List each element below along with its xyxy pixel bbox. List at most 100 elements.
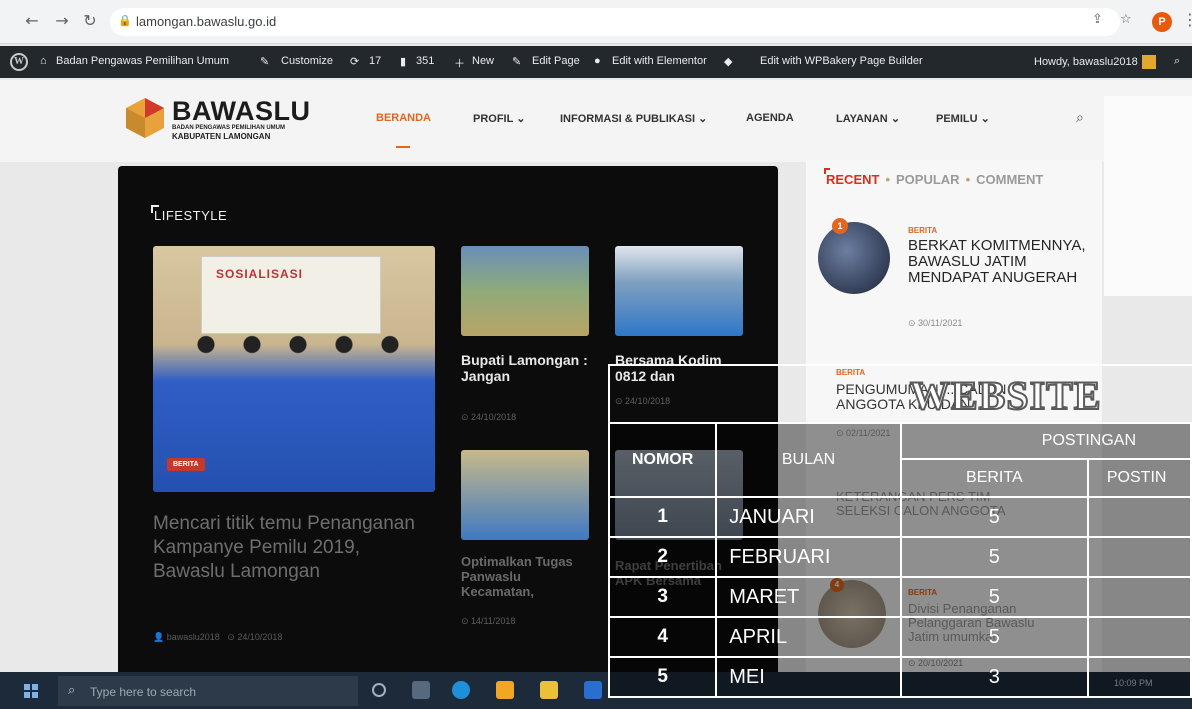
cortana-icon[interactable]	[372, 683, 386, 697]
admin-comments-count[interactable]: 351	[416, 55, 434, 67]
brush-icon: ✎	[260, 56, 270, 68]
main-article-tag[interactable]: BERITA	[167, 458, 205, 471]
sosialisasi-banner: SOSIALISASI	[201, 256, 381, 334]
share-icon[interactable]: ⇪	[1092, 12, 1103, 27]
tab-comment[interactable]: COMMENT	[976, 172, 1043, 187]
address-bar[interactable]: 🔒 lamongan.bawaslu.go.id	[110, 8, 1120, 36]
card1-image[interactable]	[461, 246, 589, 336]
menu-pemilu-label: PEMILU	[936, 113, 978, 125]
profile-avatar[interactable]: P	[1152, 12, 1172, 32]
site-home-icon[interactable]: ⌂	[40, 55, 47, 67]
pencil-icon: ✎	[512, 56, 522, 68]
header-search-icon[interactable]: ⌕	[1076, 110, 1084, 126]
row-postin	[1086, 496, 1192, 538]
logo-sub-line1: BADAN PENGAWAS PEMILIHAN UMUM	[172, 125, 286, 131]
post1-date-text: 30/11/2021	[918, 318, 963, 328]
lifestyle-title: LIFESTYLE	[150, 205, 228, 223]
search-icon: ⌕	[68, 683, 76, 698]
admin-site-name[interactable]: Badan Pengawas Pemilihan Umum	[56, 55, 229, 67]
row-postin	[1086, 656, 1192, 698]
menu-profil[interactable]: PROFIL ⌄	[473, 112, 525, 125]
row-month: JANUARI	[715, 496, 902, 538]
card3-image[interactable]	[461, 450, 589, 540]
howdy-text: Howdy, bawaslu2018	[1034, 55, 1138, 68]
plus-icon: ＋	[454, 58, 465, 70]
row-number: 3	[607, 576, 718, 618]
forward-icon[interactable]: →	[52, 11, 72, 31]
elementor-icon: ●	[594, 55, 601, 67]
user-avatar	[1141, 55, 1156, 69]
overlay-title: WEBSITE	[909, 372, 1102, 419]
post1-date: ⊙ 30/11/2021	[908, 318, 963, 328]
row-number: 2	[607, 536, 718, 578]
card1-date: ⊙ 24/10/2018	[461, 412, 517, 422]
admin-new[interactable]: New	[472, 55, 494, 67]
row-number: 1	[607, 496, 718, 538]
logo-name[interactable]: BAWASLU	[172, 96, 311, 127]
admin-customize[interactable]: Customize	[281, 55, 333, 67]
site-header: BAWASLU BADAN PENGAWAS PEMILIHAN UMUM KA…	[0, 80, 1192, 162]
row-month: APRIL	[715, 616, 902, 658]
menu-layanan-label: LAYANAN	[836, 113, 888, 125]
main-article-image[interactable]: SOSIALISASI BERITA	[153, 246, 435, 492]
table-row: 1 JANUARI 5	[607, 496, 1192, 538]
tab-recent[interactable]: RECENT	[826, 172, 879, 187]
main-article-date: 24/10/2018	[237, 632, 283, 642]
bawaslu-logo-icon[interactable]	[124, 96, 166, 140]
admin-edit-elementor[interactable]: Edit with Elementor	[612, 55, 707, 67]
logo-subtitle: BADAN PENGAWAS PEMILIHAN UMUM KABUPATEN …	[172, 125, 312, 141]
admin-updates-count[interactable]: 17	[369, 55, 381, 67]
menu-informasi-label: INFORMASI & PUBLIKASI	[560, 113, 696, 125]
main-article-author[interactable]: bawaslu2018	[167, 632, 220, 642]
browser-toolbar: ← → ↻ 🔒 lamongan.bawaslu.go.id ⇪ ☆ P ⋮	[0, 0, 1192, 44]
tab-separator: •	[965, 172, 971, 187]
lock-icon: 🔒	[118, 14, 132, 27]
side-ad-strip	[1104, 96, 1192, 296]
banner-text: SOSIALISASI	[216, 267, 304, 281]
recent-tabs: RECENT • POPULAR • COMMENT	[826, 172, 1043, 187]
tab-popular[interactable]: POPULAR	[896, 172, 960, 187]
menu-informasi[interactable]: INFORMASI & PUBLIKASI ⌄	[560, 112, 707, 125]
taskbar-search[interactable]: ⌕ Type here to search	[58, 676, 358, 706]
card1-title[interactable]: Bupati Lamongan : Jangan	[461, 352, 591, 384]
active-menu-indicator	[396, 146, 410, 148]
table-row: 3 MARET 5	[607, 576, 1192, 618]
card3-title[interactable]: Optimalkan Tugas Panwaslu Kecamatan,	[461, 554, 591, 599]
header-postingan: POSTINGAN	[899, 422, 1192, 460]
admin-edit-page[interactable]: Edit Page	[532, 55, 580, 67]
admin-edit-wpbakery[interactable]: Edit with WPBakery Page Builder	[760, 55, 923, 67]
row-month: MARET	[715, 576, 902, 618]
menu-beranda[interactable]: BERANDA	[376, 112, 431, 124]
header-nomor: NOMOR	[607, 422, 718, 498]
reload-icon[interactable]: ↻	[80, 11, 100, 31]
menu-pemilu[interactable]: PEMILU ⌄	[936, 112, 990, 125]
table-row: 5 MEI 3	[607, 656, 1192, 698]
row-number: 4	[607, 616, 718, 658]
admin-howdy[interactable]: Howdy, bawaslu2018	[1034, 55, 1156, 69]
posting-table: NOMOR BULAN POSTINGAN BERITA POSTIN 1 JA…	[607, 422, 1192, 698]
wordpress-logo-icon[interactable]: W	[10, 53, 28, 71]
explorer-icon[interactable]	[540, 681, 558, 699]
url-text: lamongan.bawaslu.go.id	[136, 14, 277, 29]
windows-start-icon[interactable]	[24, 684, 38, 698]
updates-icon: ⟳	[350, 56, 360, 68]
back-icon[interactable]: ←	[22, 11, 42, 31]
bookmark-star-icon[interactable]: ☆	[1120, 12, 1132, 27]
menu-layanan[interactable]: LAYANAN ⌄	[836, 112, 900, 125]
main-article-title[interactable]: Mencari titik temu Penanganan Kampanye P…	[153, 512, 423, 584]
browser-menu-icon[interactable]: ⋮	[1182, 10, 1192, 29]
admin-search-icon[interactable]: ⌕	[1174, 55, 1180, 68]
row-berita: 5	[899, 616, 1089, 658]
taskbar-search-placeholder: Type here to search	[90, 685, 197, 699]
store-icon[interactable]	[496, 681, 514, 699]
wp-admin-bar: W ⌂ Badan Pengawas Pemilihan Umum ✎ Cust…	[0, 46, 1192, 78]
post1-category[interactable]: BERITA	[908, 226, 937, 235]
card2-image[interactable]	[615, 246, 743, 336]
mail-icon[interactable]	[584, 681, 602, 699]
post1-thumbnail[interactable]	[818, 222, 890, 294]
edge-icon[interactable]	[452, 681, 470, 699]
row-month: MEI	[715, 656, 902, 698]
menu-agenda[interactable]: AGENDA	[746, 112, 794, 124]
task-view-icon[interactable]	[412, 681, 430, 699]
post1-title[interactable]: BERKAT KOMITMENNYA, BAWASLU JATIM MENDAP…	[908, 238, 1088, 286]
